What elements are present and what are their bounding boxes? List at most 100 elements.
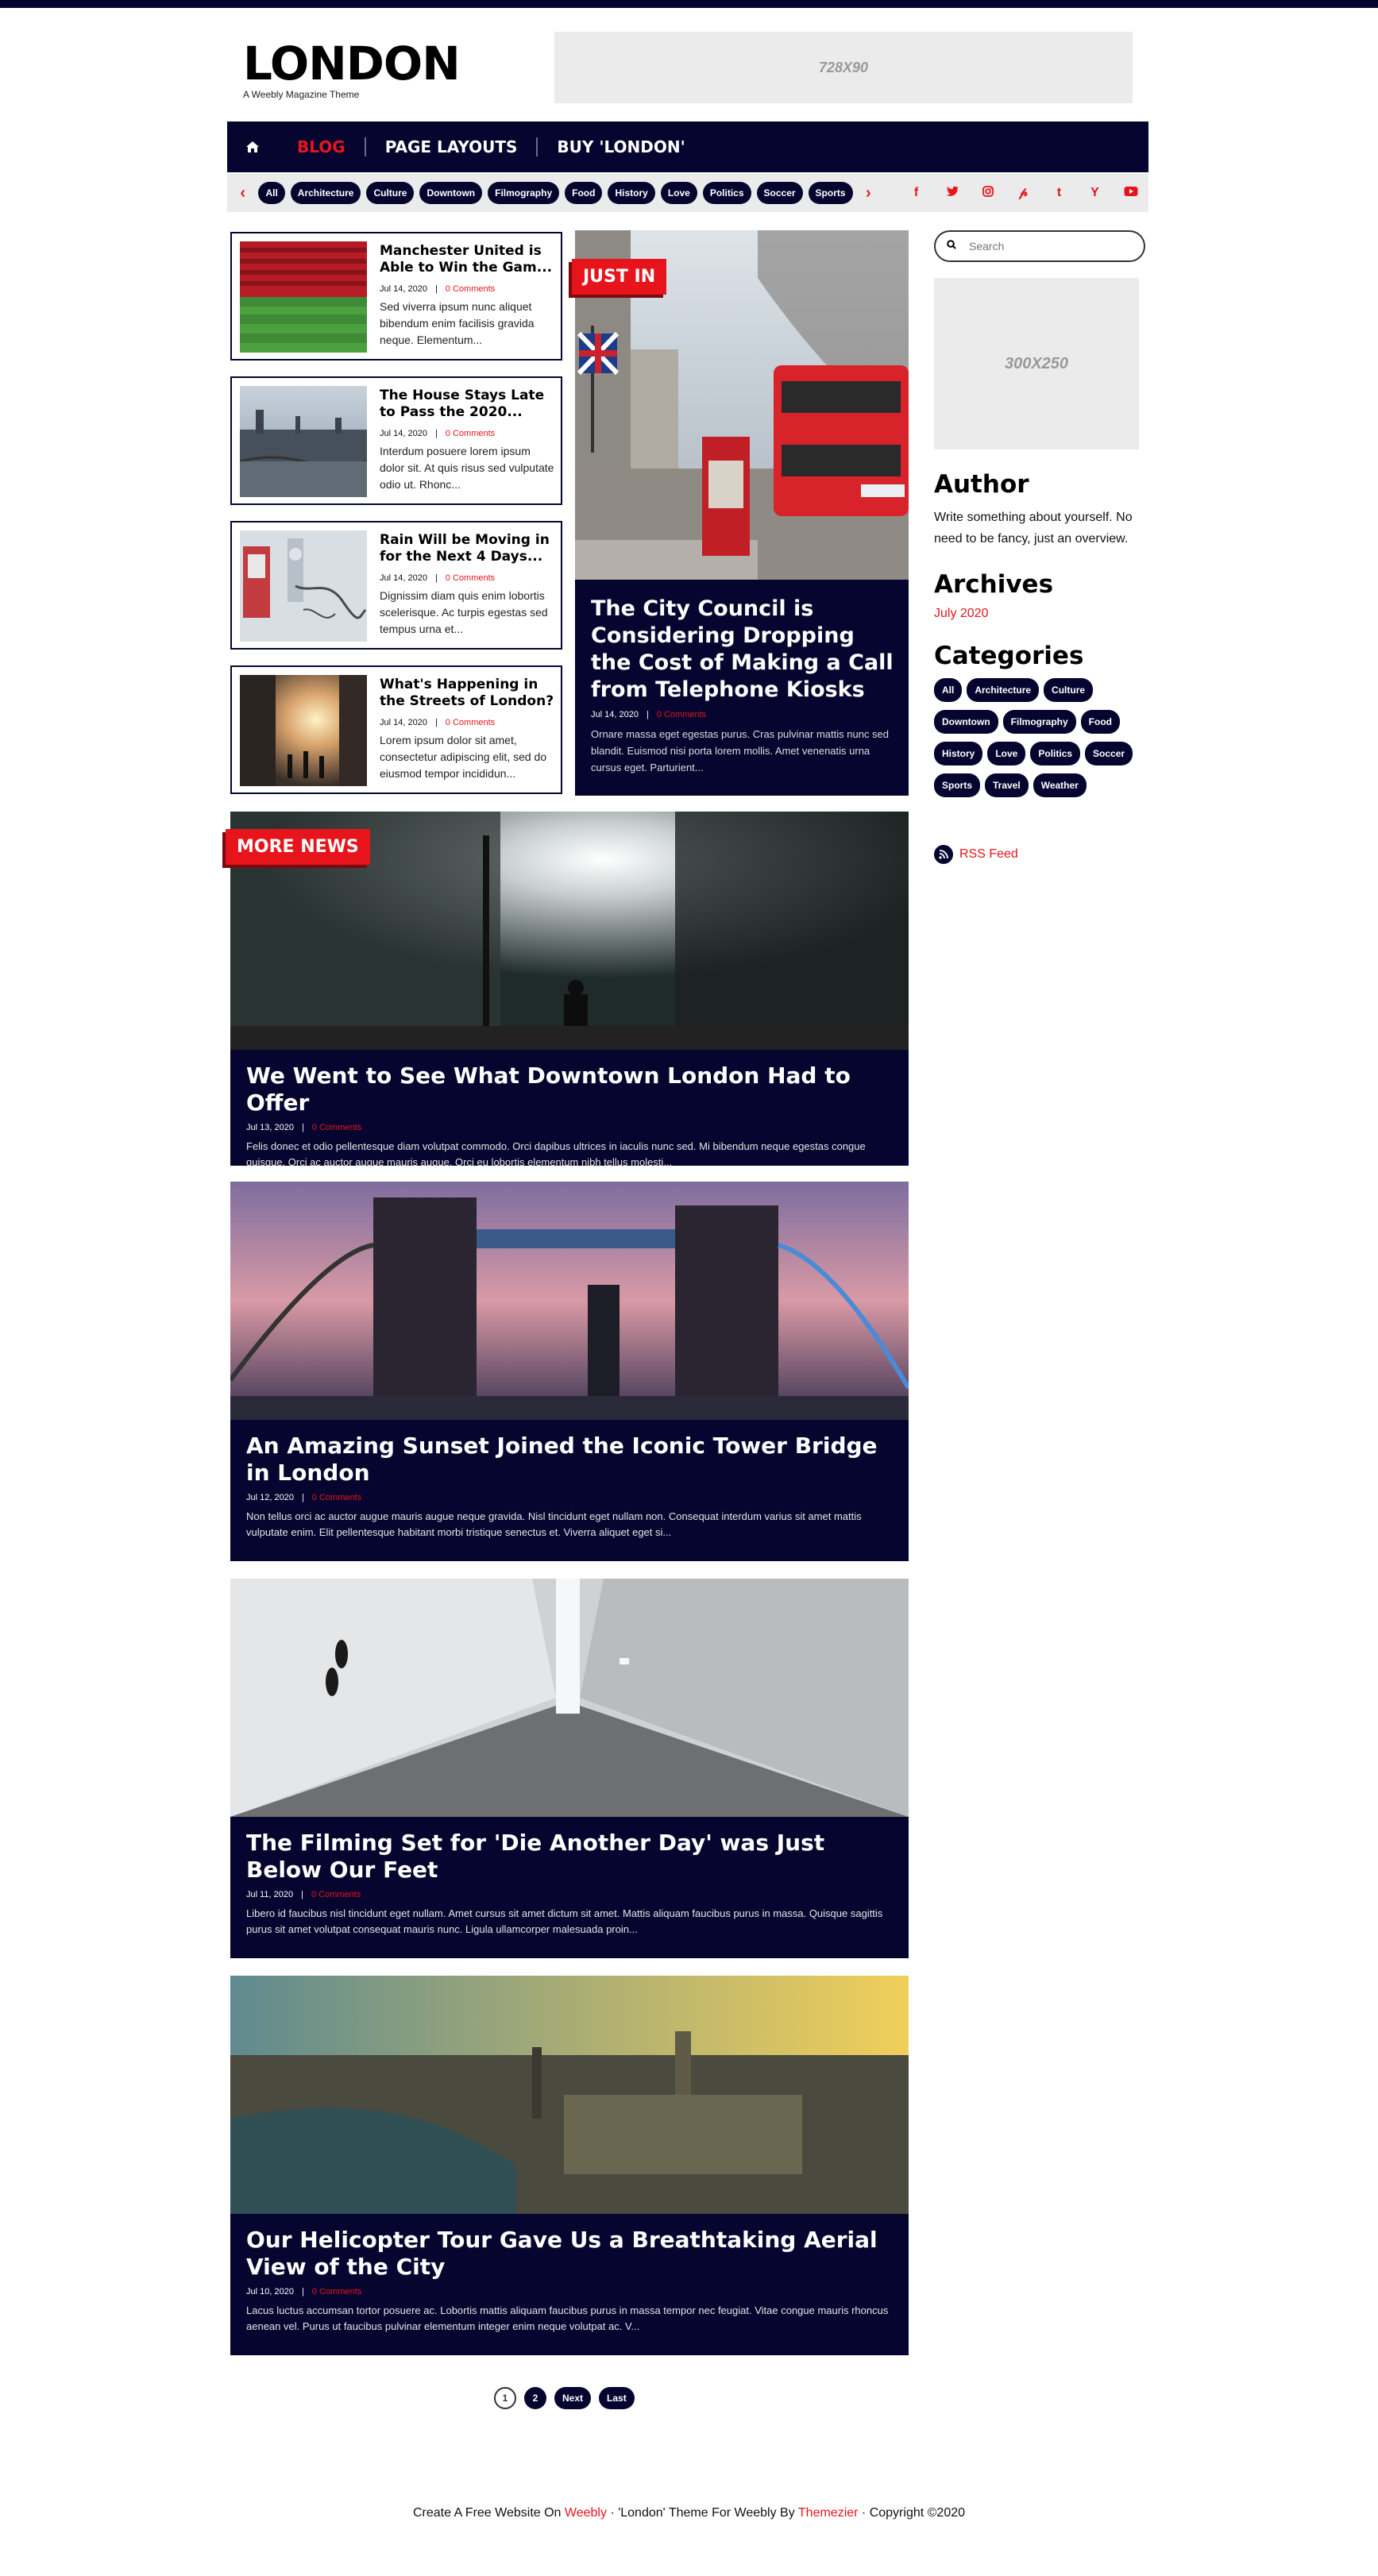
category-sports[interactable]: Sports (934, 773, 981, 797)
weebly-link[interactable]: Weebly (565, 2506, 607, 2520)
post-excerpt: Lacus luctus accumsan tortor posuere ac.… (246, 2304, 889, 2332)
tag-list: All Architecture Culture Downtown Filmog… (258, 182, 853, 204)
last-page-button[interactable]: Last (599, 2387, 635, 2409)
search-input[interactable] (969, 240, 1112, 253)
post-comments-link[interactable]: 0 Comments (657, 710, 706, 719)
post-comments-link[interactable]: 0 Comments (446, 718, 495, 727)
post-date: Jul 11, 2020 (246, 1890, 294, 1899)
themezier-link[interactable]: Themezier (798, 2506, 859, 2520)
small-post-card[interactable]: Manchester United is Able to Win the Gam… (230, 232, 562, 361)
search-box[interactable] (934, 230, 1145, 262)
tag-downtown[interactable]: Downtown (419, 182, 483, 204)
small-post-card[interactable]: What's Happening in the Streets of Londo… (230, 665, 562, 794)
rss-icon (934, 845, 953, 864)
category-culture[interactable]: Culture (1044, 678, 1094, 702)
site-title[interactable]: LONDON (243, 40, 461, 87)
category-love[interactable]: Love (987, 742, 1026, 765)
tag-culture[interactable]: Culture (366, 182, 415, 204)
page-2-button[interactable]: 2 (524, 2387, 546, 2409)
category-downtown[interactable]: Downtown (934, 710, 998, 734)
category-filmography[interactable]: Filmography (1002, 710, 1076, 734)
tag-politics[interactable]: Politics (702, 182, 751, 204)
site-logo[interactable]: LONDON A Weebly Magazine Theme (243, 40, 461, 100)
category-all[interactable]: All (934, 678, 963, 702)
post-comments-link[interactable]: 0 Comments (312, 2287, 361, 2296)
chevron-right-icon[interactable]: › (853, 184, 884, 202)
post-title[interactable]: An Amazing Sunset Joined the Iconic Towe… (246, 1433, 894, 1487)
post-comments-link[interactable]: 0 Comments (311, 1890, 361, 1899)
rss-feed-link[interactable]: RSS Feed (934, 845, 1145, 864)
category-food[interactable]: Food (1080, 710, 1120, 734)
tag-architecture[interactable]: Architecture (290, 182, 361, 204)
next-page-button[interactable]: Next (554, 2387, 592, 2409)
tag-sports[interactable]: Sports (808, 182, 853, 204)
post-comments-link[interactable]: 0 Comments (312, 1123, 361, 1132)
pinterest-icon[interactable]: 𝓅 (1006, 186, 1041, 201)
instagram-icon[interactable] (970, 185, 1006, 201)
category-travel[interactable]: Travel (985, 773, 1029, 797)
home-icon[interactable] (227, 141, 278, 152)
tag-filmography[interactable]: Filmography (488, 182, 560, 204)
category-soccer[interactable]: Soccer (1085, 742, 1133, 765)
nav-blog[interactable]: BLOG (278, 137, 365, 156)
chevron-left-icon[interactable]: ‹ (227, 184, 258, 202)
nav-buy-london[interactable]: BUY 'LONDON' (536, 137, 704, 156)
category-history[interactable]: History (934, 742, 983, 765)
top-accent-bar (0, 0, 1378, 8)
post-excerpt: Libero id faucibus nisl tincidunt eget n… (246, 1907, 883, 1935)
category-politics[interactable]: Politics (1030, 742, 1081, 765)
tumblr-icon[interactable]: t (1041, 186, 1077, 201)
post-comments-link[interactable]: 0 Comments (446, 573, 495, 583)
big-post-card[interactable]: The Filming Set for 'Die Another Day' wa… (230, 1579, 909, 1958)
post-excerpt: Dignissim diam quis enim lobortis sceler… (380, 589, 548, 635)
category-architecture[interactable]: Architecture (967, 678, 1040, 702)
post-thumbnail[interactable] (240, 675, 367, 786)
facebook-icon[interactable]: f (898, 186, 934, 201)
big-post-card[interactable]: Our Helicopter Tour Gave Us a Breathtaki… (230, 1976, 909, 2355)
post-thumbnail[interactable] (239, 386, 368, 497)
post-title[interactable]: Our Helicopter Tour Gave Us a Breathtaki… (246, 2227, 894, 2281)
tag-love[interactable]: Love (660, 182, 697, 204)
post-title[interactable]: The Filming Set for 'Die Another Day' wa… (246, 1830, 894, 1884)
post-excerpt: Non tellus orci ac auctor augue mauris a… (246, 1510, 862, 1538)
tag-history[interactable]: History (608, 182, 655, 204)
footer-copyright: Copyright ©2020 (869, 2506, 966, 2520)
page-1-button[interactable]: 1 (494, 2387, 516, 2409)
post-comments-link[interactable]: 0 Comments (446, 429, 495, 438)
nav-page-layouts[interactable]: PAGE LAYOUTS (364, 137, 537, 156)
post-image[interactable] (228, 1182, 911, 1420)
post-comments-link[interactable]: 0 Comments (312, 1493, 361, 1502)
featured-title[interactable]: The City Council is Considering Dropping… (591, 596, 897, 704)
twitter-icon[interactable] (934, 186, 970, 201)
top-ad-placeholder: 728X90 (554, 32, 1133, 103)
post-title[interactable]: What's Happening in the Streets of Londo… (380, 677, 554, 710)
tag-food[interactable]: Food (565, 182, 603, 204)
footer-dot: · (861, 2506, 867, 2520)
post-title[interactable]: We Went to See What Downtown London Had … (246, 1062, 894, 1116)
more-news-label: MORE NEWS (226, 829, 370, 865)
post-title[interactable]: Manchester United is Able to Win the Gam… (380, 243, 554, 276)
post-title[interactable]: Rain Will be Moving in for the Next 4 Da… (380, 532, 554, 565)
post-thumbnail[interactable] (240, 241, 367, 353)
youtube-icon[interactable] (1113, 186, 1148, 201)
big-post-card[interactable]: An Amazing Sunset Joined the Iconic Towe… (228, 1182, 911, 1561)
post-image[interactable] (230, 1579, 909, 1817)
footer-theme-text: 'London' Theme For Weebly By (618, 2506, 795, 2520)
category-weather[interactable]: Weather (1033, 773, 1087, 797)
rss-label[interactable]: RSS Feed (959, 847, 1018, 862)
small-post-card[interactable]: Rain Will be Moving in for the Next 4 Da… (230, 521, 562, 650)
archive-link[interactable]: July 2020 (934, 607, 1145, 621)
tag-soccer[interactable]: Soccer (756, 182, 803, 204)
post-excerpt: Interdum posuere lorem ipsum dolor sit. … (380, 445, 554, 491)
site-tagline: A Weebly Magazine Theme (243, 89, 360, 100)
post-thumbnail[interactable] (240, 530, 367, 642)
tag-all[interactable]: All (258, 182, 285, 204)
small-post-card[interactable]: The House Stays Late to Pass the 2020...… (230, 376, 562, 505)
post-image[interactable] (230, 1976, 909, 2214)
post-title[interactable]: The House Stays Late to Pass the 2020... (380, 388, 554, 421)
post-date: Jul 14, 2020 (380, 284, 427, 294)
yahoo-icon[interactable]: Y (1077, 186, 1113, 201)
post-comments-link[interactable]: 0 Comments (446, 284, 495, 294)
featured-post[interactable]: The City Council is Considering Dropping… (575, 230, 909, 796)
post-date: Jul 12, 2020 (246, 1493, 294, 1502)
